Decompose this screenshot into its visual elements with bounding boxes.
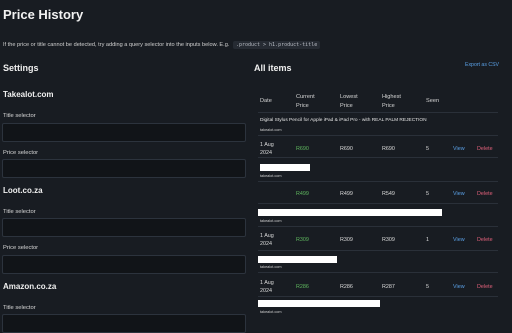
site-name-amazon: Amazon.co.za: [3, 282, 57, 291]
price-selector-label-takealot: Price selector: [3, 150, 39, 156]
row-seen-count: 5: [426, 191, 429, 197]
column-header-seen: Seen: [426, 98, 440, 104]
product-domain: takealot.com: [260, 128, 282, 132]
delete-button[interactable]: Delete: [477, 283, 493, 291]
row-current-price: R286: [296, 284, 309, 290]
price-selector-input-takealot[interactable]: [2, 159, 246, 178]
row-seen-count: 5: [426, 146, 429, 152]
view-button[interactable]: View: [453, 283, 465, 291]
row-divider: [258, 157, 498, 158]
title-selector-label-takealot: Title selector: [3, 113, 36, 119]
view-button[interactable]: View: [453, 236, 465, 244]
delete-button[interactable]: Delete: [477, 190, 493, 198]
column-header-date: Date: [260, 98, 272, 104]
row-highest-price: R549: [382, 191, 395, 197]
row-highest-price: R309: [382, 237, 395, 243]
row-current-price: R690: [296, 146, 309, 152]
export-csv-link[interactable]: Export as CSV: [465, 62, 499, 68]
product-name: Digital Stylus Pencil for Apple iPad & i…: [260, 118, 427, 123]
title-selector-input-loot[interactable]: [2, 218, 246, 237]
row-divider: [258, 203, 498, 204]
row-divider: [258, 250, 498, 251]
product-domain: takealot.com: [260, 265, 282, 269]
title-selector-label-loot: Title selector: [3, 209, 36, 215]
price-selector-label-loot: Price selector: [3, 245, 39, 251]
hint-description: If the price or title cannot be detected…: [3, 42, 230, 48]
row-lowest-price: R499: [340, 191, 353, 197]
row-seen-count: 1: [426, 237, 429, 243]
row-divider: [258, 226, 498, 227]
hint-code-example: .product > h1.product-title: [232, 41, 321, 49]
site-name-takealot: Takealot.com: [3, 90, 54, 99]
redacted-product-name: [260, 164, 310, 171]
title-selector-input-takealot[interactable]: [2, 123, 246, 142]
row-current-price: R309: [296, 237, 309, 243]
site-name-loot: Loot.co.za: [3, 186, 43, 195]
row-divider: [258, 135, 498, 136]
row-highest-price: R690: [382, 146, 395, 152]
hint-text: If the price or title cannot be detected…: [3, 41, 321, 49]
redacted-product-name: [258, 300, 380, 307]
column-header-current-price: Current Price: [296, 94, 315, 109]
row-lowest-price: R690: [340, 146, 353, 152]
row-current-price: R499: [296, 191, 309, 197]
title-selector-input-amazon[interactable]: [2, 314, 246, 333]
row-lowest-price: R309: [340, 237, 353, 243]
product-domain: takealot.com: [260, 219, 282, 223]
view-button[interactable]: View: [453, 145, 465, 153]
row-lowest-price: R286: [340, 284, 353, 290]
column-header-highest-price: Highest Price: [382, 94, 401, 109]
delete-button[interactable]: Delete: [477, 145, 493, 153]
row-highest-price: R287: [382, 284, 395, 290]
row-seen-count: 5: [426, 284, 429, 290]
title-selector-label-amazon: Title selector: [3, 305, 36, 311]
row-date: 1 Aug 2024: [260, 280, 274, 294]
column-header-lowest-price: Lowest Price: [340, 94, 358, 109]
product-domain: takealot.com: [260, 174, 282, 178]
settings-heading: Settings: [3, 63, 39, 73]
view-button[interactable]: View: [453, 190, 465, 198]
all-items-heading: All items: [254, 63, 292, 73]
redacted-product-name: [258, 209, 442, 216]
row-divider: [258, 272, 498, 273]
row-divider: [258, 296, 498, 297]
row-date: 1 Aug 2024: [260, 142, 274, 156]
product-domain: takealot.com: [260, 310, 282, 314]
row-divider: [258, 181, 498, 182]
page-title: Price History: [3, 7, 84, 22]
delete-button[interactable]: Delete: [477, 236, 493, 244]
row-date: 1 Aug 2024: [260, 233, 274, 247]
header-divider: [258, 112, 498, 113]
price-selector-input-loot[interactable]: [2, 255, 246, 274]
redacted-product-name: [258, 256, 337, 263]
